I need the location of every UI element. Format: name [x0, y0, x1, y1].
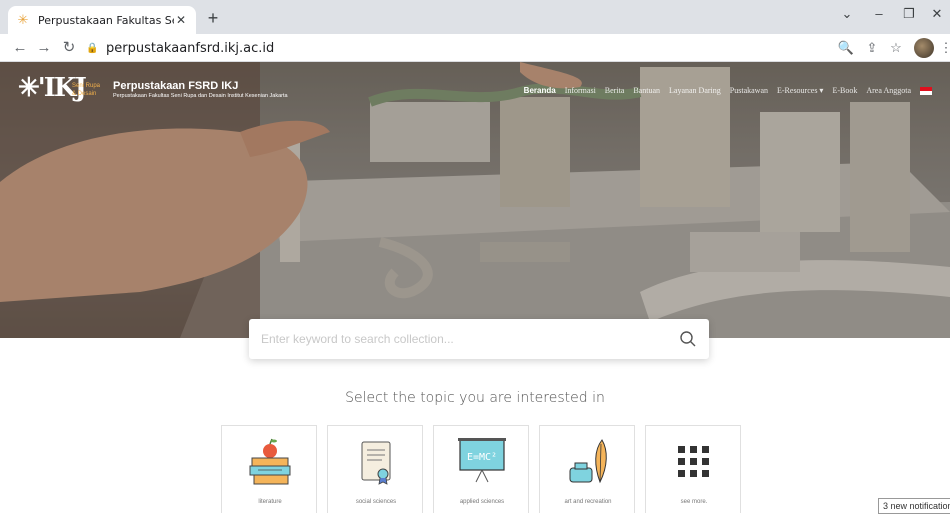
- site-subtitle: Perpustakaan Fakultas Seni Rupa dan Desa…: [113, 93, 288, 99]
- topic-label: see more.: [680, 499, 708, 505]
- nav-item-layanan-daring[interactable]: Layanan Daring: [669, 86, 721, 95]
- share-icon[interactable]: ⇪: [862, 38, 882, 58]
- topic-card-applied-sciences[interactable]: E=MC² applied sciences: [433, 425, 529, 513]
- nav-item-beranda[interactable]: Beranda: [524, 86, 556, 95]
- topic-label: social sciences: [355, 499, 397, 505]
- logo-subtext: Seni Rupa & Desain: [72, 82, 112, 98]
- tab-search-icon[interactable]: ⌄: [836, 6, 858, 22]
- tab-title: Perpustakaan Fakultas Seni Rupa: [38, 13, 174, 27]
- url-text: perpustakaanfsrd.ikj.ac.id: [106, 40, 275, 56]
- hero-overlay: [0, 62, 950, 338]
- topic-heading: Select the topic you are interested in: [345, 390, 605, 406]
- topic-label: literature: [258, 499, 282, 505]
- page-content: ✳'IKJ Seni Rupa & Desain Perpustakaan FS…: [0, 62, 950, 513]
- topic-card-social-sciences[interactable]: social sciences: [327, 425, 423, 513]
- restore-icon[interactable]: ❐: [898, 6, 920, 22]
- back-icon[interactable]: ←: [10, 38, 30, 58]
- zoom-icon[interactable]: 🔍: [836, 38, 856, 58]
- tab-close-icon[interactable]: ✕: [174, 13, 188, 27]
- forward-icon[interactable]: →: [34, 38, 54, 58]
- blackboard-emc2-icon: E=MC²: [458, 438, 506, 483]
- new-tab-icon[interactable]: +: [203, 8, 223, 28]
- hero-banner: ✳'IKJ Seni Rupa & Desain Perpustakaan FS…: [0, 62, 950, 338]
- site-favicon-icon: ✳: [17, 12, 29, 27]
- minimize-icon[interactable]: –: [868, 6, 890, 21]
- menu-icon[interactable]: ⋮: [936, 38, 950, 58]
- nav-item-informasi[interactable]: Informasi: [565, 86, 596, 95]
- search-icon[interactable]: [679, 330, 697, 348]
- bookmark-star-icon[interactable]: ☆: [886, 38, 906, 58]
- language-flag-icon[interactable]: [920, 86, 932, 95]
- lock-icon: 🔒: [86, 42, 99, 54]
- ikj-logo[interactable]: ✳'IKJ: [18, 72, 87, 104]
- reload-icon[interactable]: ↻: [59, 38, 79, 58]
- svg-text:E=MC²: E=MC²: [467, 452, 497, 463]
- site-title[interactable]: Perpustakaan FSRD IKJ: [113, 80, 238, 92]
- topic-label: applied sciences: [459, 499, 505, 505]
- main-nav: Beranda Informasi Berita Bantuan Layanan…: [524, 86, 932, 95]
- logo-sub-line-2: & Desain: [72, 91, 97, 97]
- topic-card-art-and-recreation[interactable]: art and recreation: [539, 425, 635, 513]
- nav-item-e-book[interactable]: E-Book: [832, 86, 857, 95]
- grid-dots-icon: [678, 446, 709, 477]
- browser-tab-bar: ✳ Perpustakaan Fakultas Seni Rupa ✕ + ⌄ …: [0, 0, 950, 34]
- topic-label: art and recreation: [564, 499, 612, 505]
- url-bar[interactable]: 🔒 perpustakaanfsrd.ikj.ac.id: [86, 37, 866, 59]
- ink-quill-icon: [569, 439, 607, 484]
- logo-sub-line-1: Seni Rupa: [72, 83, 101, 89]
- topic-list: literature social sciences E=MC² applied…: [221, 425, 741, 513]
- address-bar: ← → ↻ 🔒 perpustakaanfsrd.ikj.ac.id 🔍 ⇪ ☆…: [0, 34, 950, 62]
- nav-item-pustakawan[interactable]: Pustakawan: [730, 86, 768, 95]
- nav-item-bantuan[interactable]: Bantuan: [633, 86, 660, 95]
- topic-card-see-more[interactable]: see more.: [645, 425, 741, 513]
- search-box: [249, 319, 709, 359]
- profile-avatar[interactable]: [914, 38, 934, 58]
- nav-item-berita[interactable]: Berita: [605, 86, 625, 95]
- certificate-icon: [361, 441, 391, 485]
- topic-card-literature[interactable]: literature: [221, 425, 317, 513]
- nav-item-area-anggota[interactable]: Area Anggota: [866, 86, 911, 95]
- nav-item-e-resources[interactable]: E-Resources ▾: [777, 86, 823, 95]
- books-apple-icon: [249, 438, 291, 485]
- search-input[interactable]: [261, 332, 679, 346]
- close-window-icon[interactable]: ✕: [926, 6, 948, 22]
- notification-badge[interactable]: 3 new notification: [878, 498, 950, 514]
- browser-tab[interactable]: ✳ Perpustakaan Fakultas Seni Rupa ✕: [8, 6, 196, 34]
